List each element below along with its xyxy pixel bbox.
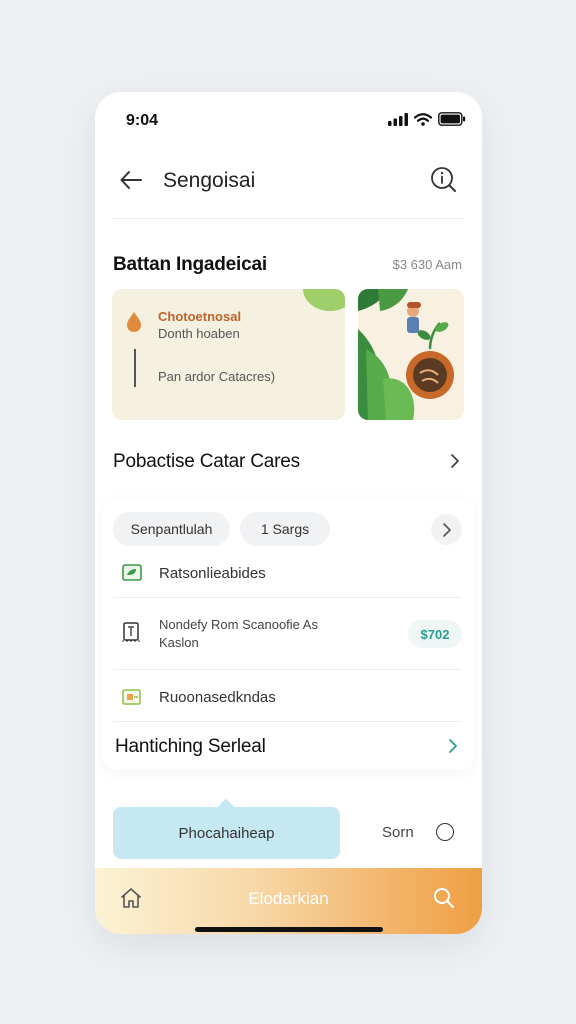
document-icon (122, 622, 140, 642)
price-badge: $702 (408, 620, 462, 648)
app-header: Sengoisai (95, 152, 482, 214)
list-item[interactable]: Ruoonasedkndas (113, 676, 462, 722)
list-item-label: Ruoonasedkndas (159, 689, 276, 706)
list-item[interactable]: Nondefy Rom Scanoofie As Kaslon $702 (113, 604, 462, 670)
header-divider (113, 218, 464, 219)
folder-icon (122, 689, 141, 705)
card-divider-line (134, 349, 136, 387)
phone-screen: 9:04 Sengoisai Battan Ingadeicai $3 630 … (95, 92, 482, 934)
chevron-right-icon[interactable] (446, 451, 464, 471)
secondary-action[interactable]: Sorn (382, 824, 414, 841)
list-item[interactable]: Ratsonlieabides (113, 556, 462, 598)
status-bar: 9:04 (95, 92, 482, 150)
list-item-line2: Kaslon (159, 635, 199, 650)
filter-chip-1-label: Senpantlulah (130, 521, 213, 537)
radio-button[interactable] (436, 823, 454, 841)
primary-button-label: Phocahaiheap (178, 824, 275, 842)
home-indicator (195, 927, 383, 932)
card-subtitle: Donth hoaben (158, 326, 240, 341)
section-meta: $3 630 Aam (392, 257, 462, 272)
plant-illustration-card[interactable] (358, 289, 464, 420)
action-area: Phocahaiheap Sorn (103, 798, 474, 869)
arrow-left-icon[interactable] (117, 166, 145, 194)
category-title: Pobactise Catar Cares (113, 451, 300, 472)
featured-card[interactable]: Chotoetnosal Donth hoaben Pan ardor Cata… (112, 289, 345, 420)
content-panel: Senpantlulah 1 Sargs Ratsonlieabides Non… (103, 500, 474, 770)
signal-icon (388, 112, 408, 126)
filter-chip-1[interactable]: Senpantlulah (113, 512, 230, 546)
wifi-icon (414, 112, 432, 126)
info-search-icon[interactable] (430, 166, 458, 194)
list-item-label: Ratsonlieabides (159, 565, 266, 582)
leaf-card-icon (122, 564, 142, 581)
panel-footer-row[interactable]: Hantiching Serleal (113, 732, 462, 762)
filter-chip-2[interactable]: 1 Sargs (240, 512, 330, 546)
tab-bar: Elodarkian (95, 868, 482, 934)
panel-footer-title: Hantiching Serleal (115, 736, 266, 757)
card-footer: Pan ardor Catacres) (158, 369, 276, 384)
page-title: Sengoisai (163, 169, 256, 192)
section-title: Battan Ingadeicai (113, 254, 267, 275)
tab-label[interactable]: Elodarkian (95, 889, 482, 909)
search-icon[interactable] (432, 886, 456, 910)
list-item-text: Nondefy Rom Scanoofie As Kaslon (159, 616, 318, 652)
drop-icon (127, 312, 141, 332)
tooltip-pointer (217, 798, 235, 816)
status-time: 9:04 (126, 112, 159, 129)
chevron-right-icon (442, 522, 451, 537)
filter-next-button[interactable] (431, 514, 462, 545)
primary-button[interactable]: Phocahaiheap (113, 798, 340, 859)
status-icons (388, 112, 466, 126)
list-item-line1: Nondefy Rom Scanoofie As (159, 617, 318, 632)
leaf-decoration (303, 289, 345, 311)
plant-illustration (358, 289, 464, 420)
battery-icon (438, 112, 466, 126)
filter-chip-2-label: 1 Sargs (260, 521, 310, 537)
chevron-right-icon[interactable] (444, 736, 462, 756)
category-row[interactable]: Pobactise Catar Cares (113, 447, 464, 477)
card-title: Chotoetnosal (158, 309, 242, 324)
